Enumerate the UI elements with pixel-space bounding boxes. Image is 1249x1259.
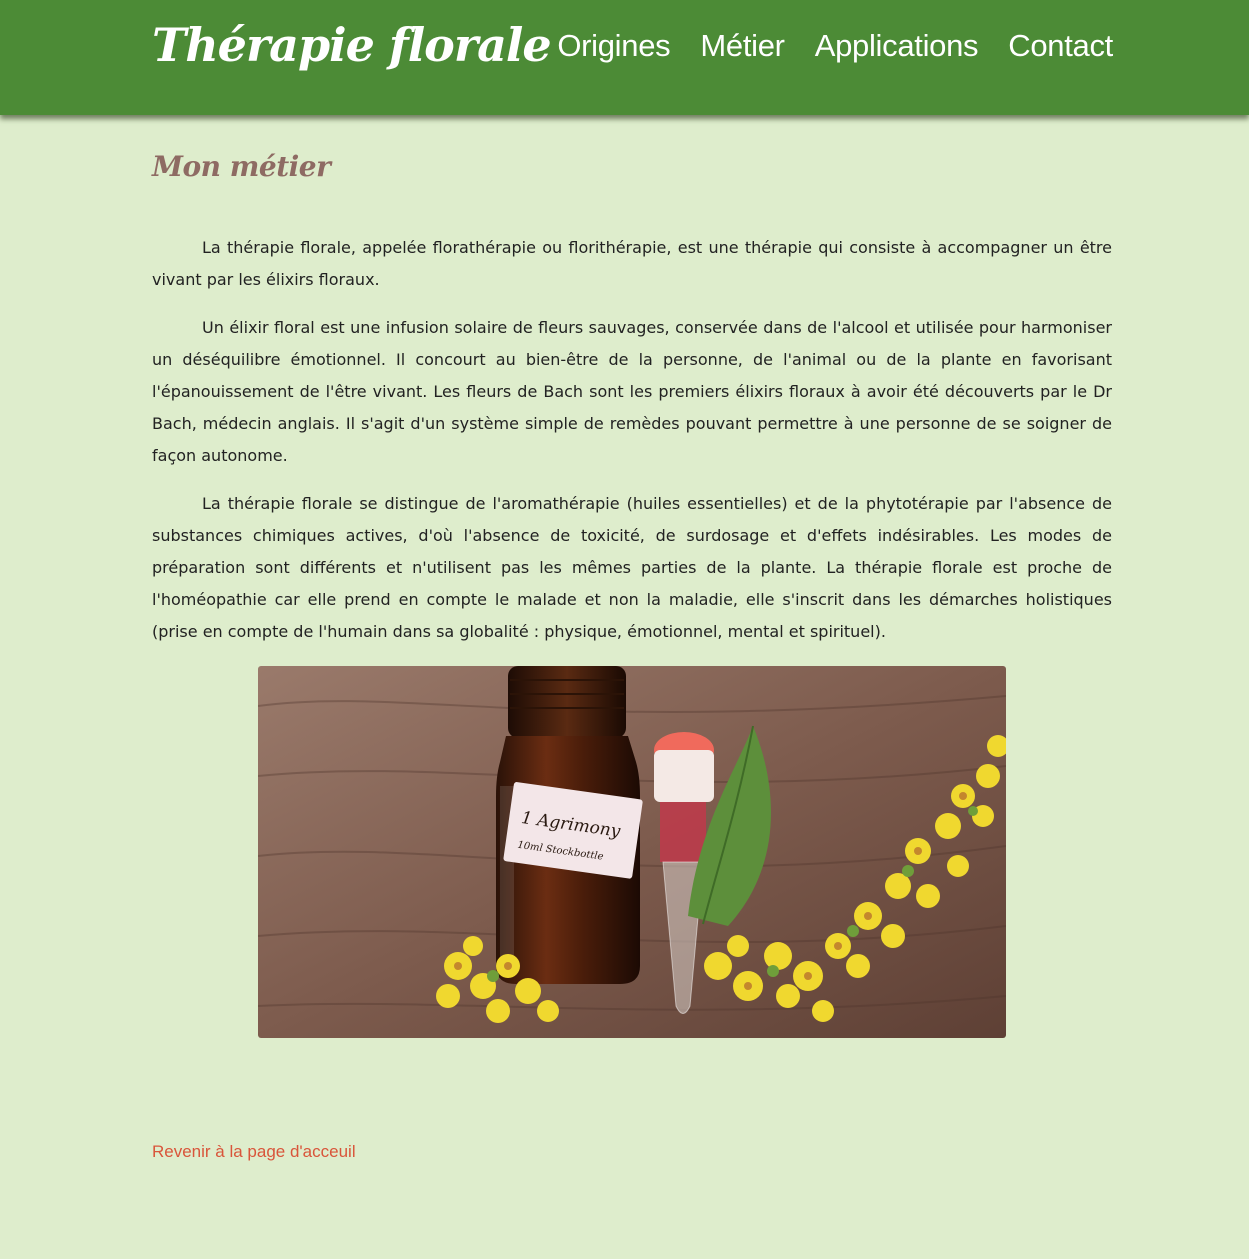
paragraph-distinction: La thérapie florale se distingue de l'ar… <box>152 494 1112 641</box>
site-logo[interactable]: Thérapie florale <box>152 18 552 72</box>
flower-remedy-photo: 1 Agrimony 10ml Stockbottle <box>258 666 1006 1038</box>
paragraph-intro: La thérapie florale, appelée florathérap… <box>152 238 1112 289</box>
page-title: Mon métier <box>152 150 331 183</box>
nav-link-contact[interactable]: Contact <box>1008 28 1113 64</box>
nav-link-metier[interactable]: Métier <box>700 28 785 64</box>
main-nav: Origines Métier Applications Contact <box>557 28 1113 64</box>
article-content: La thérapie florale, appelée florathérap… <box>152 232 1112 664</box>
site-header: Thérapie florale Origines Métier Applica… <box>0 0 1249 115</box>
nav-link-origines[interactable]: Origines <box>557 28 670 64</box>
paragraph-elixir: Un élixir floral est une infusion solair… <box>152 318 1112 465</box>
nav-link-applications[interactable]: Applications <box>815 28 979 64</box>
back-to-home-link[interactable]: Revenir à la page d'acceuil <box>152 1142 356 1162</box>
